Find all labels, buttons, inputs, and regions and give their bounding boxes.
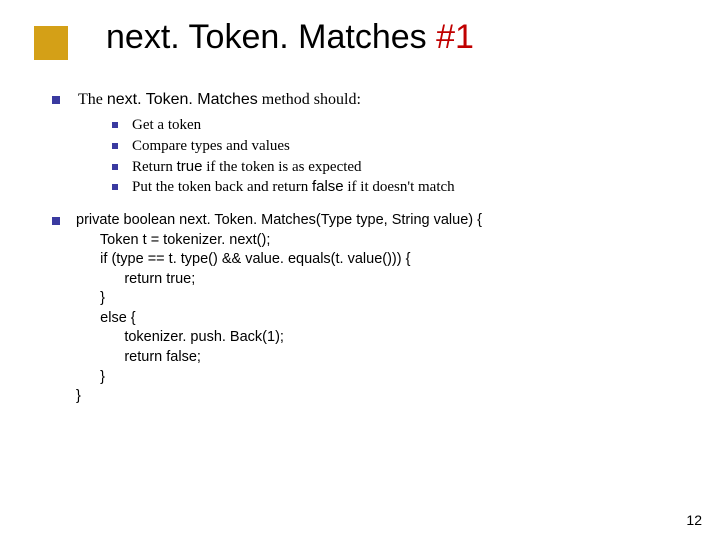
bullet-codeblock: private boolean next. Token. Matches(Typ…	[48, 211, 680, 407]
code-line-7: return false;	[76, 349, 201, 365]
bullet-list-level-2: Get a token Compare types and values Ret…	[108, 116, 680, 197]
title-accent-square	[34, 26, 68, 60]
code-block: private boolean next. Token. Matches(Typ…	[76, 211, 680, 407]
sub-bullet-0-text: Get a token	[132, 117, 201, 133]
code-line-2: if (type == t. type() && value. equals(t…	[76, 251, 410, 267]
code-line-5: else {	[76, 310, 136, 326]
sub-bullet-3: Put the token back and return false if i…	[108, 178, 680, 197]
sub-bullet-2-prefix: Return	[132, 159, 177, 175]
code-line-8: }	[76, 369, 105, 385]
sub-bullet-1: Compare types and values	[108, 137, 680, 156]
code-line-0: private boolean next. Token. Matches(Typ…	[76, 212, 482, 228]
code-line-6: tokenizer. push. Back(1);	[76, 329, 284, 345]
code-line-1: Token t = tokenizer. next();	[76, 232, 270, 248]
slide-title: next. Token. Matches #1	[106, 18, 474, 57]
title-text: next. Token. Matches	[106, 18, 436, 56]
bullet-intro: The next. Token. Matches method should: …	[48, 90, 680, 197]
intro-suffix: method should:	[258, 91, 361, 108]
bullet-list-level-1: The next. Token. Matches method should: …	[48, 90, 680, 407]
slide-body: The next. Token. Matches method should: …	[48, 90, 680, 421]
sub-bullet-3-prefix: Put the token back and return	[132, 179, 312, 195]
sub-bullet-2: Return true if the token is as expected	[108, 158, 680, 177]
slide: next. Token. Matches #1 The next. Token.…	[0, 0, 720, 540]
sub-bullet-2-code: true	[177, 158, 203, 175]
intro-prefix: The	[78, 91, 107, 108]
sub-bullet-3-code: false	[312, 178, 344, 195]
code-line-3: return true;	[76, 271, 195, 287]
title-hash: #1	[436, 18, 474, 56]
sub-bullet-3-suffix: if it doesn't match	[344, 179, 455, 195]
page-number: 12	[686, 512, 702, 528]
code-line-4: }	[76, 290, 105, 306]
sub-bullet-2-suffix: if the token is as expected	[202, 159, 361, 175]
sub-bullet-1-text: Compare types and values	[132, 138, 290, 154]
sub-bullet-0: Get a token	[108, 116, 680, 135]
intro-code: next. Token. Matches	[107, 91, 258, 108]
code-line-9: }	[76, 388, 81, 404]
